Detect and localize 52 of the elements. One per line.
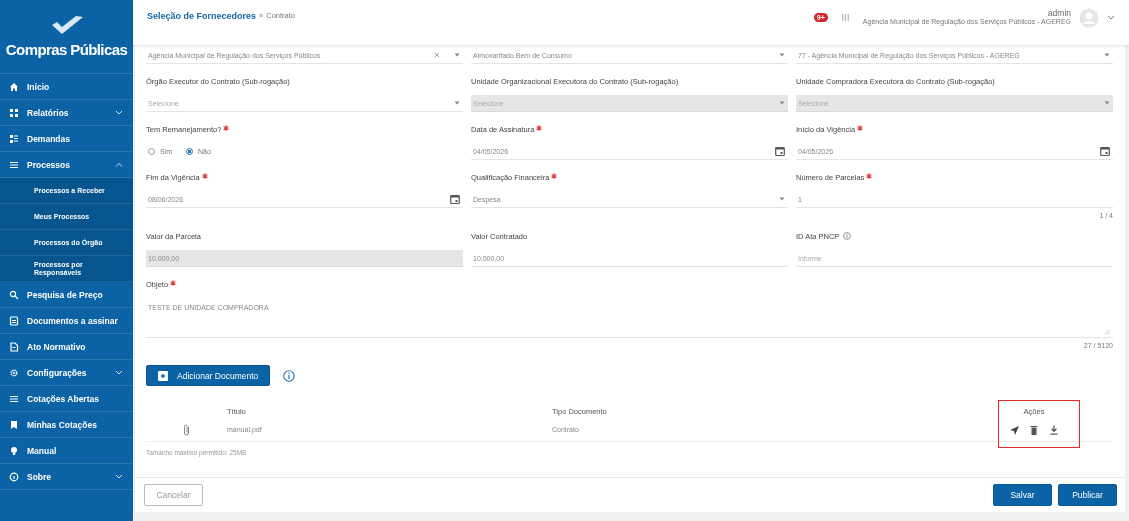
menu-icon — [9, 393, 19, 404]
sidebar-item[interactable]: Ato Normativo — [0, 334, 133, 360]
download-icon — [1049, 424, 1059, 435]
add-document-button[interactable]: Adicionar Documento — [146, 365, 271, 386]
sidebar-item[interactable]: Configurações — [0, 360, 133, 386]
bookmark-icon — [9, 419, 19, 430]
sidebar-item[interactable]: Início — [0, 74, 133, 100]
list-icon — [9, 133, 19, 144]
dropdown-caret-icon — [454, 101, 460, 105]
menu-icon — [9, 159, 19, 170]
home-icon — [9, 81, 19, 92]
apps-grid-icon — [841, 14, 849, 21]
dropdown-caret-icon — [779, 53, 785, 57]
sidebar-item[interactable]: Pesquisa de Preço — [0, 282, 133, 308]
document-icon — [9, 341, 19, 352]
dropdown-caret-icon — [779, 197, 785, 201]
dropdown-caret-icon — [454, 53, 460, 57]
search-icon — [9, 289, 19, 300]
sidebar-item[interactable]: Documentos a assinar — [0, 308, 133, 334]
user-name: admin — [1047, 9, 1071, 19]
resize-handle-icon — [1104, 329, 1110, 335]
lightbulb-icon — [9, 445, 19, 456]
sidebar-item[interactable]: Minhas Cotações — [0, 412, 133, 438]
sidebar-item[interactable]: Sobre — [0, 464, 133, 490]
folder-plus-icon — [158, 370, 168, 381]
info-icon — [283, 369, 296, 382]
action-button[interactable]: Salvar — [993, 484, 1052, 506]
brand-name: Compras Públicas — [5, 41, 128, 58]
info-icon — [9, 471, 19, 482]
grid-icon — [9, 107, 19, 118]
send-button[interactable] — [1009, 424, 1019, 435]
trash-icon — [1029, 424, 1039, 435]
dropdown-caret-icon — [779, 101, 785, 105]
sidebar-item[interactable]: Cotações Abertas — [0, 386, 133, 412]
dropdown-caret-icon — [1104, 101, 1110, 105]
calendar-icon — [1100, 146, 1110, 156]
download-button[interactable] — [1049, 424, 1059, 435]
document-icon — [9, 315, 19, 326]
action-button[interactable]: Publicar — [1058, 484, 1117, 506]
sidebar-item[interactable]: Demandas — [0, 126, 133, 152]
paperclip-icon — [183, 423, 190, 436]
chevron-down-icon — [1107, 15, 1115, 20]
settings-icon — [9, 367, 19, 378]
send-icon — [1009, 424, 1019, 435]
breadcrumb-link[interactable]: Seleção de Fornecedores — [147, 10, 257, 21]
calendar-icon — [450, 194, 460, 204]
dropdown-caret-icon — [1104, 53, 1110, 57]
sidebar-item[interactable]: Manual — [0, 438, 133, 464]
sidebar-item[interactable]: Relatórios — [0, 100, 133, 126]
calendar-icon — [775, 146, 785, 156]
trash-button[interactable] — [1029, 424, 1039, 435]
avatar-icon — [1079, 7, 1099, 28]
